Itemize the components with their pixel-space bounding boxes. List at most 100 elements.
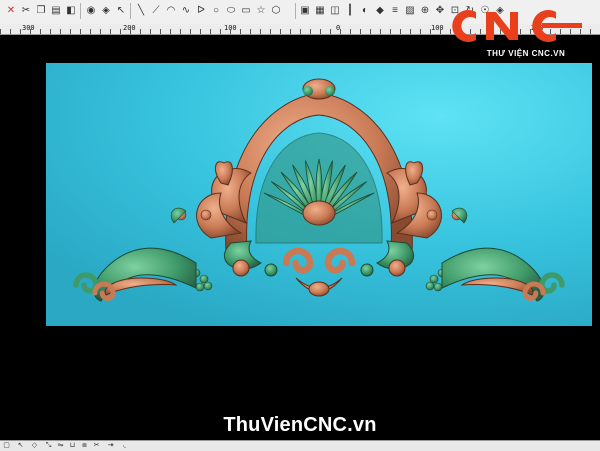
ruler-tick — [240, 29, 241, 34]
offset-icon[interactable]: ⧈ — [80, 442, 89, 450]
paste-icon[interactable]: ▤ — [49, 3, 63, 17]
ornament-relief-image — [46, 63, 592, 326]
weld-icon[interactable]: ⊔ — [68, 442, 77, 450]
shield-icon[interactable]: ◈ — [99, 3, 113, 17]
move-icon[interactable]: ↖ — [114, 3, 128, 17]
ruler-tick — [340, 29, 341, 34]
fillet-icon[interactable]: ◟ — [120, 442, 129, 450]
ruler-tick — [150, 29, 151, 34]
circle-icon[interactable]: ○ — [209, 3, 223, 17]
ruler-tick — [120, 29, 121, 34]
ruler-tick — [220, 29, 221, 34]
freehand-icon[interactable]: ᐅ — [194, 3, 208, 17]
ruler-tick — [200, 29, 201, 34]
ruler-tick — [390, 29, 391, 34]
ornament-crown-bud — [325, 86, 335, 96]
arc-icon[interactable]: ◠ — [164, 3, 178, 17]
toolbar-separator — [130, 3, 131, 19]
ruler-tick — [250, 29, 251, 34]
ruler-tick — [170, 29, 171, 34]
ornament-grape — [425, 281, 435, 291]
ornament-ball — [232, 259, 250, 277]
ornament-ball-green — [264, 263, 278, 277]
ornament-grape — [199, 274, 209, 284]
ruler-tick — [260, 29, 261, 34]
ruler-tick — [90, 29, 91, 34]
ruler-tick — [180, 29, 181, 34]
ruler-tick — [270, 29, 271, 34]
lightbulb-icon[interactable]: ◉ — [84, 3, 98, 17]
ornament-base-flower — [308, 281, 330, 297]
cut-icon[interactable]: ✂ — [19, 3, 33, 17]
logo-subtitle: THƯ VIỆN CNC.VN — [486, 49, 566, 58]
ornament-flower — [200, 209, 212, 221]
measure-icon[interactable]: ┃ — [343, 3, 357, 17]
ornament-flower — [426, 209, 438, 221]
polygon-icon[interactable]: ⬡ — [269, 3, 283, 17]
toolbar-separator — [80, 3, 81, 19]
ruler-tick — [40, 29, 41, 34]
rectangle-icon[interactable]: ▭ — [239, 3, 253, 17]
zoom-icon[interactable]: ⊕ — [418, 3, 432, 17]
transform-icon[interactable]: ⤡ — [44, 442, 53, 450]
node-icon[interactable]: ◆ — [373, 3, 387, 17]
ruler-tick — [0, 29, 1, 34]
polyline-icon[interactable]: ⟋ — [149, 3, 163, 17]
ornament-grape — [203, 281, 213, 291]
line-icon[interactable]: ╲ — [134, 3, 148, 17]
layer-icon[interactable]: ≡ — [388, 3, 402, 17]
ruler-tick — [300, 29, 301, 34]
ruler-tick — [210, 29, 211, 34]
ruler-tick — [590, 29, 591, 34]
render-icon[interactable]: ▨ — [403, 3, 417, 17]
extend-icon[interactable]: ⇥ — [106, 442, 115, 450]
rect-select-icon[interactable]: ▢ — [2, 442, 11, 450]
copy-icon[interactable]: ❐ — [34, 3, 48, 17]
ornament-ball-green — [360, 263, 374, 277]
star-icon[interactable]: ☆ — [254, 3, 268, 17]
ruler-tick — [60, 29, 61, 34]
ruler-tick — [110, 29, 111, 34]
ruler-tick — [130, 29, 131, 34]
ruler-tick — [70, 29, 71, 34]
ruler-tick — [360, 29, 361, 34]
ruler-tick — [280, 29, 281, 34]
ruler-tick — [350, 29, 351, 34]
ruler-tick — [160, 29, 161, 34]
ruler-tick — [290, 29, 291, 34]
ruler-label: 300 — [22, 24, 35, 32]
ruler-tick — [230, 29, 231, 34]
select-icon[interactable]: ↖ — [16, 442, 25, 450]
ruler-tick — [80, 29, 81, 34]
shade-icon[interactable]: ◐ — [358, 3, 372, 17]
relief-panel[interactable] — [46, 63, 592, 326]
ruler-tick — [190, 29, 191, 34]
ruler-tick — [310, 29, 311, 34]
ellipse-icon[interactable]: ⬭ — [224, 3, 238, 17]
color-icon[interactable]: ◧ — [64, 3, 78, 17]
ruler-tick — [330, 29, 331, 34]
ruler-tick — [50, 29, 51, 34]
ruler-label: 100 — [431, 24, 444, 32]
grid-icon[interactable]: ▦ — [313, 3, 327, 17]
ruler-tick — [400, 29, 401, 34]
bottom-toolbar: ▢ ↖ ◇ ⤡ ⇋ ⊔ ⧈ ✂ ⇥ ◟ — [0, 440, 600, 451]
ruler-tick — [440, 29, 441, 34]
bezier-icon[interactable]: ∿ — [179, 3, 193, 17]
ornament-ball — [388, 259, 406, 277]
ruler-tick — [410, 29, 411, 34]
ruler-tick — [100, 29, 101, 34]
cnc-logo: THƯ VIỆN CNC.VN — [446, 6, 586, 62]
trim-icon[interactable]: ✂ — [92, 442, 101, 450]
ruler-tick — [20, 29, 21, 34]
pan-icon[interactable]: ✥ — [433, 3, 447, 17]
ruler-tick — [380, 29, 381, 34]
mirror-icon[interactable]: ⇋ — [56, 442, 65, 450]
snap-icon[interactable]: ◫ — [328, 3, 342, 17]
view-icon[interactable]: ▣ — [298, 3, 312, 17]
delete-icon[interactable]: ✕ — [4, 3, 18, 17]
node-edit-icon[interactable]: ◇ — [30, 442, 39, 450]
ruler-tick — [430, 29, 431, 34]
ornament-grape — [429, 274, 439, 284]
toolbar-separator — [295, 3, 296, 19]
